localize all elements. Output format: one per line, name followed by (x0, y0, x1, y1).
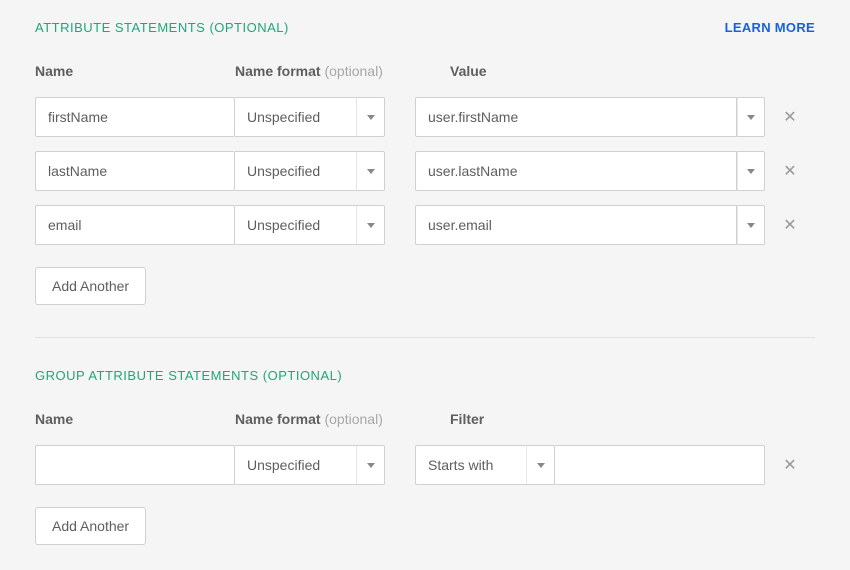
close-icon: ✕ (783, 163, 796, 180)
column-header-name: Name (35, 411, 235, 427)
close-icon: ✕ (783, 217, 796, 234)
attribute-value-wrap (415, 151, 765, 191)
add-another-button[interactable]: Add Another (35, 267, 146, 305)
name-format-select[interactable]: Unspecified (235, 445, 385, 485)
value-dropdown-button[interactable] (737, 205, 765, 245)
close-icon: ✕ (783, 457, 796, 474)
chevron-down-icon (356, 98, 384, 136)
column-header-format: Name format (optional) (235, 63, 420, 79)
section-divider (35, 337, 815, 338)
select-value: Unspecified (247, 109, 320, 125)
chevron-down-icon (747, 169, 755, 174)
close-icon: ✕ (783, 109, 796, 126)
name-format-select[interactable]: Unspecified (235, 151, 385, 191)
remove-row-button[interactable]: ✕ (775, 215, 805, 235)
attribute-row: Unspecified ✕ (35, 205, 815, 245)
column-header-value: Value (450, 63, 487, 79)
attribute-value-wrap (415, 97, 765, 137)
learn-more-link[interactable]: LEARN MORE (725, 20, 815, 35)
attribute-row: Unspecified ✕ (35, 97, 815, 137)
chevron-down-icon (747, 115, 755, 120)
attribute-value-input[interactable] (415, 151, 737, 191)
column-header-name: Name (35, 63, 235, 79)
remove-row-button[interactable]: ✕ (775, 107, 805, 127)
attribute-row: Unspecified ✕ (35, 151, 815, 191)
attribute-value-input[interactable] (415, 205, 737, 245)
section-title: ATTRIBUTE STATEMENTS (OPTIONAL) (35, 20, 289, 35)
column-headers: Name Name format (optional) Value (35, 63, 815, 79)
section-title: GROUP ATTRIBUTE STATEMENTS (OPTIONAL) (35, 368, 342, 383)
add-another-button[interactable]: Add Another (35, 507, 146, 545)
name-format-select[interactable]: Unspecified (235, 205, 385, 245)
select-value: Unspecified (247, 163, 320, 179)
attribute-statements-section: ATTRIBUTE STATEMENTS (OPTIONAL) LEARN MO… (35, 20, 815, 305)
value-dropdown-button[interactable] (737, 151, 765, 191)
chevron-down-icon (356, 152, 384, 190)
section-header: GROUP ATTRIBUTE STATEMENTS (OPTIONAL) (35, 368, 815, 383)
filter-value-input[interactable] (555, 445, 765, 485)
name-format-select[interactable]: Unspecified (235, 97, 385, 137)
attribute-name-input[interactable] (35, 205, 235, 245)
filter-wrap: Starts with (415, 445, 765, 485)
remove-row-button[interactable]: ✕ (775, 161, 805, 181)
column-header-filter: Filter (450, 411, 484, 427)
section-header: ATTRIBUTE STATEMENTS (OPTIONAL) LEARN MO… (35, 20, 815, 35)
filter-type-select[interactable]: Starts with (415, 445, 555, 485)
value-dropdown-button[interactable] (737, 97, 765, 137)
attribute-name-input[interactable] (35, 97, 235, 137)
select-value: Starts with (428, 457, 493, 473)
select-value: Unspecified (247, 217, 320, 233)
chevron-down-icon (526, 446, 554, 484)
chevron-down-icon (356, 206, 384, 244)
chevron-down-icon (747, 223, 755, 228)
attribute-value-input[interactable] (415, 97, 737, 137)
attribute-name-input[interactable] (35, 151, 235, 191)
group-attribute-statements-section: GROUP ATTRIBUTE STATEMENTS (OPTIONAL) Na… (35, 368, 815, 545)
group-name-input[interactable] (35, 445, 235, 485)
column-header-format: Name format (optional) (235, 411, 420, 427)
attribute-value-wrap (415, 205, 765, 245)
column-headers: Name Name format (optional) Filter (35, 411, 815, 427)
remove-row-button[interactable]: ✕ (775, 455, 805, 475)
chevron-down-icon (356, 446, 384, 484)
group-attribute-row: Unspecified Starts with ✕ (35, 445, 815, 485)
select-value: Unspecified (247, 457, 320, 473)
